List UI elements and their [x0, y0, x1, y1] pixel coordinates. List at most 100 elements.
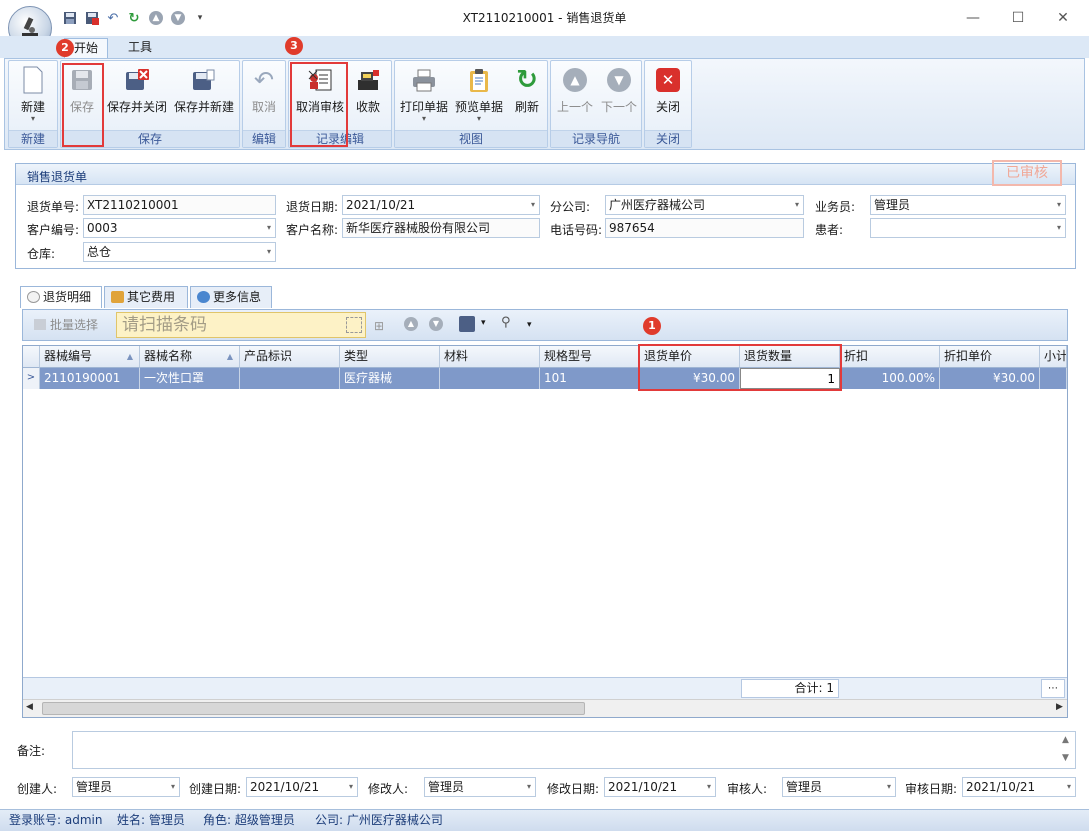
warehouse-field[interactable]: 总仓 ▾	[83, 242, 276, 262]
new-document-icon	[19, 66, 47, 94]
print-button[interactable]: 打印单据 ▾	[398, 64, 450, 124]
cell-name[interactable]: 一次性口罩	[140, 368, 240, 389]
dropdown-arrow-icon: ▾	[794, 200, 799, 209]
highlight-price-qty	[638, 344, 842, 391]
tab-more-info[interactable]: 更多信息	[190, 286, 272, 308]
row-indicator-icon[interactable]: >	[23, 368, 40, 389]
save-close-button[interactable]: 保存并关闭	[106, 64, 168, 124]
scan-icon[interactable]: ⊞	[374, 319, 384, 333]
collect-payment-button[interactable]: 收款	[350, 64, 386, 124]
status-company: 公司: 广州医疗器械公司	[315, 813, 443, 827]
customer-name-field[interactable]: 新华医疗器械股份有限公司	[342, 218, 540, 238]
refresh-icon: ↻	[516, 65, 538, 95]
dropdown-arrow-icon: ▾	[706, 782, 711, 791]
create-date-field[interactable]: 2021/10/21 ▾	[246, 777, 358, 797]
col-header-disc-price[interactable]: 折扣单价	[940, 346, 1040, 368]
cancel-button[interactable]: ↶ 取消	[248, 64, 280, 124]
dropdown-arrow-icon: ▾	[1066, 782, 1071, 791]
total-count: 合计: 1	[741, 679, 839, 698]
salesman-field[interactable]: 管理员 ▾	[870, 195, 1066, 215]
patient-field[interactable]: ▾	[870, 218, 1066, 238]
memo-field[interactable]	[72, 731, 1076, 769]
dropdown-arrow-icon: ▾	[1056, 200, 1061, 209]
cell-material[interactable]	[440, 368, 540, 389]
cell-type[interactable]: 医疗器械	[340, 368, 440, 389]
branch-field[interactable]: 广州医疗器械公司 ▾	[605, 195, 804, 215]
batch-select-button[interactable]: 批量选择	[34, 316, 98, 333]
barcode-scan-input[interactable]: 请扫描条码	[116, 312, 366, 338]
tab-return-detail[interactable]: 退货明细	[20, 286, 102, 308]
cell-subtotal[interactable]	[1040, 368, 1067, 389]
phone-field[interactable]: 987654	[605, 218, 804, 238]
preview-button[interactable]: 预览单据 ▾	[453, 64, 505, 124]
status-name: 姓名: 管理员	[117, 813, 185, 827]
close-button[interactable]: ✕ 关闭	[650, 64, 686, 124]
search-icon[interactable]: ⚲	[501, 315, 511, 330]
modifier-field[interactable]: 管理员 ▾	[424, 777, 536, 797]
scroll-thumb[interactable]	[42, 702, 585, 715]
creator-label: 创建人:	[17, 782, 58, 796]
branch-label: 分公司:	[550, 200, 591, 214]
save-layout-dropdown-icon[interactable]: ▾	[481, 318, 486, 328]
memo-scroll-up-icon[interactable]: ▲	[1062, 735, 1069, 745]
col-header-name[interactable]: 器械名称 ▲	[140, 346, 240, 368]
save-new-button[interactable]: 保存并新建	[172, 64, 236, 124]
audited-stamp: 已审核	[992, 160, 1062, 186]
col-header-code[interactable]: 器械编号 ▲	[40, 346, 140, 368]
grid-footer	[23, 677, 1067, 699]
batch-icon	[34, 319, 46, 330]
next-record-button[interactable]: ▼ 下一个	[599, 64, 639, 124]
col-header-spec[interactable]: 规格型号	[540, 346, 640, 368]
cell-udi[interactable]	[240, 368, 340, 389]
highlight-save	[62, 63, 104, 147]
modify-date-field[interactable]: 2021/10/21 ▾	[604, 777, 716, 797]
new-button[interactable]: 新建 ▾	[12, 64, 54, 124]
col-header-discount[interactable]: 折扣	[840, 346, 940, 368]
customer-no-field[interactable]: 0003 ▾	[83, 218, 276, 238]
arrow-up-icon: ▲	[561, 66, 589, 94]
creator-field[interactable]: 管理员 ▾	[72, 777, 180, 797]
save-close-icon	[123, 66, 151, 94]
printer-icon	[410, 66, 438, 94]
col-header-type[interactable]: 类型	[340, 346, 440, 368]
dropdown-arrow-icon: ▾	[530, 200, 535, 209]
cash-register-icon	[354, 66, 382, 94]
detail-grid	[22, 345, 1068, 718]
create-date-label: 创建日期:	[189, 782, 242, 796]
warehouse-label: 仓库:	[27, 247, 56, 261]
maximize-icon[interactable]: ☐	[995, 0, 1041, 36]
footer-more-icon[interactable]: ⋯	[1041, 679, 1065, 698]
scroll-left-icon[interactable]: ◀	[26, 702, 33, 712]
cell-code[interactable]: 2110190001	[40, 368, 140, 389]
minimize-icon[interactable]: —	[950, 0, 996, 36]
badge-1: 1	[643, 317, 661, 335]
save-layout-icon[interactable]	[459, 316, 475, 332]
prev-record-button[interactable]: ▲ 上一个	[555, 64, 595, 124]
col-header-subtotal[interactable]: 小计	[1040, 346, 1067, 368]
auditor-field[interactable]: 管理员 ▾	[782, 777, 896, 797]
col-header-material[interactable]: 材料	[440, 346, 540, 368]
refresh-button[interactable]: ↻ 刷新	[511, 64, 543, 124]
cell-disc-price[interactable]: ¥30.00	[940, 368, 1040, 389]
cell-discount[interactable]: 100.00%	[840, 368, 940, 389]
col-header-udi[interactable]: 产品标识	[240, 346, 340, 368]
dropdown-arrow-icon: ▾	[886, 782, 891, 791]
more-tools-icon[interactable]: ▾	[527, 320, 532, 330]
return-date-label: 退货日期:	[286, 200, 339, 214]
patient-label: 患者:	[815, 223, 844, 237]
barcode-icon[interactable]	[346, 317, 362, 333]
dropdown-arrow-icon: ▾	[30, 114, 35, 123]
close-window-icon[interactable]: ✕	[1040, 0, 1086, 36]
return-no-field[interactable]: XT2110210001	[83, 195, 276, 215]
memo-scroll-down-icon[interactable]: ▼	[1062, 753, 1069, 763]
scroll-right-icon[interactable]: ▶	[1056, 702, 1063, 712]
return-date-field[interactable]: 2021/10/21 ▾	[342, 195, 540, 215]
audit-date-field[interactable]: 2021/10/21 ▾	[962, 777, 1076, 797]
dropdown-arrow-icon: ▾	[526, 782, 531, 791]
tab-other-fees[interactable]: 其它费用	[104, 286, 188, 308]
cell-spec[interactable]: 101	[540, 368, 640, 389]
return-no-label: 退货单号:	[27, 200, 80, 214]
tab-tools[interactable]: 工具	[112, 38, 168, 58]
move-down-icon[interactable]: ▼	[429, 317, 443, 331]
move-up-icon[interactable]: ▲	[404, 317, 418, 331]
